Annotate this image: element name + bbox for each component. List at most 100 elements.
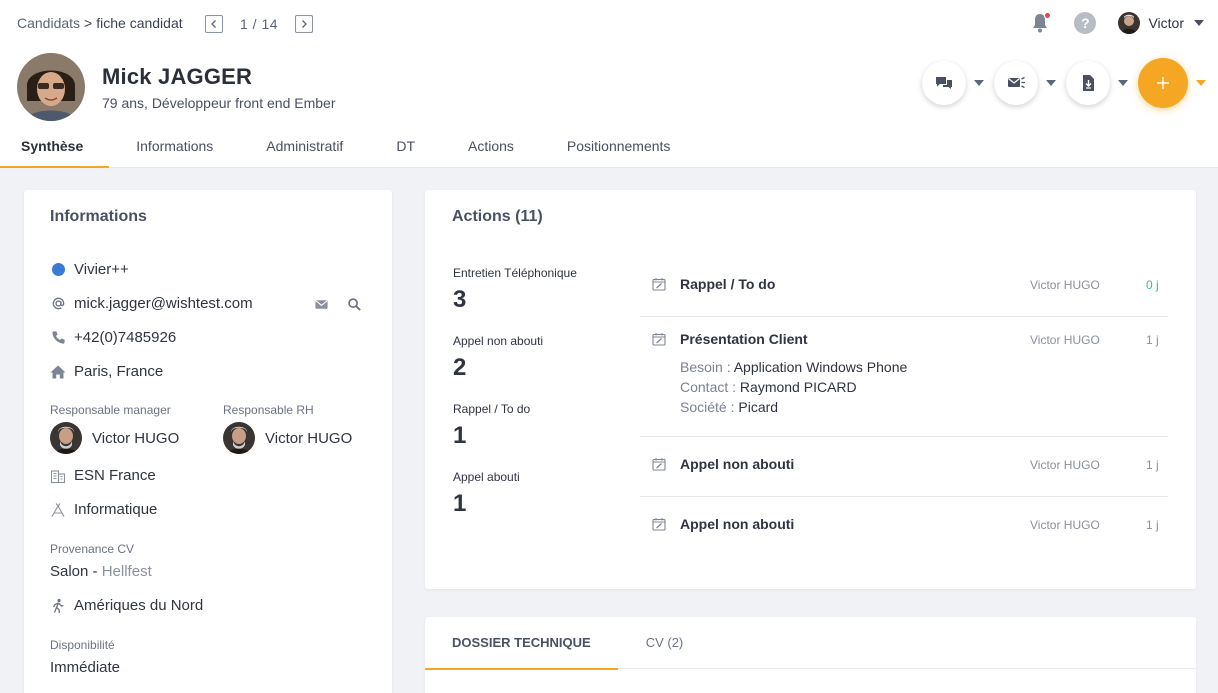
source-row: Salon - Hellfest — [50, 563, 152, 580]
source-separator: - — [88, 563, 102, 580]
walking-icon — [50, 598, 66, 614]
email-actions — [296, 297, 362, 312]
stat-label: Appel abouti — [453, 470, 520, 484]
user-menu[interactable]: Victor — [1118, 12, 1204, 34]
action-title: Appel non abouti — [680, 516, 795, 532]
page-header: Candidats > fiche candidat 1 / 14 ? Vict… — [0, 0, 1218, 168]
phone-row: +42(0)7485926 — [50, 329, 176, 346]
action-age: 1 j — [1146, 458, 1159, 472]
stat-item: Entretien Téléphonique 3 — [453, 266, 633, 314]
quick-actions — [922, 58, 1206, 108]
tab-actions[interactable]: Actions — [468, 130, 514, 168]
breadcrumb: Candidats > fiche candidat — [17, 15, 183, 31]
message-button[interactable] — [922, 61, 966, 105]
action-owner: Victor HUGO — [1030, 518, 1100, 532]
add-dropdown-toggle[interactable] — [1196, 80, 1206, 86]
location-row: Paris, France — [50, 363, 163, 380]
action-item[interactable]: Rappel / To do Victor HUGO 0 j — [640, 262, 1168, 317]
action-item[interactable]: Présentation Client Victor HUGO 1 j Beso… — [640, 317, 1168, 437]
breadcrumb-current: fiche candidat — [96, 15, 183, 31]
informations-card: Informations Vivier++ mick.jagger@wishte… — [24, 190, 392, 693]
action-detail: Besoin : Application Windows Phone — [680, 359, 907, 375]
availability-label: Disponibilité — [50, 638, 115, 652]
phone-icon — [50, 330, 66, 346]
sector-row: Informatique — [50, 501, 157, 518]
detail-value: Picard — [738, 399, 779, 415]
chevron-right-icon — [302, 20, 307, 28]
tab-informations[interactable]: Informations — [136, 130, 213, 168]
email-dropdown-toggle[interactable] — [1046, 80, 1056, 86]
breadcrumb-parent-link[interactable]: Candidats — [17, 15, 80, 31]
action-title: Présentation Client — [680, 331, 808, 347]
action-title: Appel non abouti — [680, 456, 795, 472]
candidate-phone[interactable]: +42(0)7485926 — [74, 329, 176, 346]
previous-record-button[interactable] — [205, 15, 223, 33]
mail-send-icon — [1008, 76, 1025, 89]
stat-item: Rappel / To do 1 — [453, 402, 633, 450]
stat-value: 3 — [453, 286, 467, 313]
source-type: Salon — [50, 563, 89, 580]
help-icon[interactable]: ? — [1074, 12, 1097, 34]
pager-position: 1 / 14 — [240, 16, 279, 32]
candidate-status: Vivier++ — [74, 261, 129, 278]
sector-icon — [50, 502, 66, 518]
detail-key: Besoin : — [680, 359, 731, 375]
action-owner: Victor HUGO — [1030, 333, 1100, 347]
rh-person[interactable]: Victor HUGO — [223, 422, 352, 454]
action-item[interactable]: Appel non abouti Victor HUGO 1 j — [640, 497, 1168, 557]
status-dot-icon — [51, 263, 65, 276]
user-avatar — [1118, 12, 1141, 34]
document-dropdown-toggle[interactable] — [1118, 80, 1128, 86]
document-button[interactable] — [1066, 61, 1110, 105]
candidate-sector: Informatique — [74, 501, 158, 518]
search-icon[interactable] — [347, 297, 362, 312]
home-icon — [50, 364, 66, 380]
action-age: 1 j — [1146, 333, 1159, 347]
candidate-mobility: Amériques du Nord — [74, 597, 204, 614]
stat-item: Appel abouti 1 — [453, 470, 633, 518]
mail-icon[interactable] — [314, 297, 329, 312]
tab-dt[interactable]: DT — [396, 130, 415, 168]
plus-icon — [1157, 77, 1169, 89]
rh-name: Victor HUGO — [265, 429, 353, 447]
candidate-location: Paris, France — [74, 363, 164, 380]
notifications-button[interactable] — [1028, 11, 1052, 35]
action-owner: Victor HUGO — [1030, 278, 1100, 292]
main-tabs: Synthèse Informations Administratif DT A… — [0, 130, 670, 168]
action-item[interactable]: Appel non abouti Victor HUGO 1 j — [640, 437, 1168, 497]
tab-administratif[interactable]: Administratif — [266, 130, 343, 168]
action-detail: Contact : Raymond PICARD — [680, 379, 857, 395]
manager-avatar — [50, 422, 82, 454]
technical-file-tabs: DOSSIER TECHNIQUE CV (2) — [425, 617, 1196, 670]
mobility-row: Amériques du Nord — [50, 597, 203, 614]
candidate-avatar — [17, 53, 85, 121]
next-record-button[interactable] — [295, 15, 314, 33]
breadcrumb-separator: > — [84, 15, 93, 31]
detail-value: Application Windows Phone — [733, 359, 908, 375]
manager-name: Victor HUGO — [92, 429, 180, 447]
calendar-edit-icon — [652, 518, 666, 531]
message-dropdown-toggle[interactable] — [974, 80, 984, 86]
stat-value: 1 — [453, 490, 467, 517]
tab-cv[interactable]: CV (2) — [646, 617, 684, 669]
stat-label: Entretien Téléphonique — [453, 266, 577, 280]
stat-label: Rappel / To do — [453, 402, 531, 416]
tab-dossier-technique[interactable]: DOSSIER TECHNIQUE — [425, 617, 618, 670]
availability-row: Immédiate — [50, 659, 120, 676]
informations-title: Informations — [50, 208, 147, 225]
building-icon — [50, 468, 66, 484]
status-row: Vivier++ — [50, 261, 129, 278]
detail-value: Raymond PICARD — [739, 379, 857, 395]
chevron-left-icon — [211, 20, 216, 28]
tab-positionnements[interactable]: Positionnements — [567, 130, 671, 168]
tab-synthese[interactable]: Synthèse — [0, 130, 110, 168]
calendar-edit-icon — [652, 458, 666, 471]
add-button[interactable] — [1138, 58, 1188, 108]
chevron-down-icon — [1194, 20, 1204, 26]
action-age: 0 j — [1146, 278, 1159, 292]
rh-label: Responsable RH — [223, 403, 314, 417]
email-campaign-button[interactable] — [994, 61, 1038, 105]
manager-person[interactable]: Victor HUGO — [50, 422, 179, 454]
candidate-company: ESN France — [74, 467, 156, 484]
candidate-email[interactable]: mick.jagger@wishtest.com — [74, 295, 253, 312]
